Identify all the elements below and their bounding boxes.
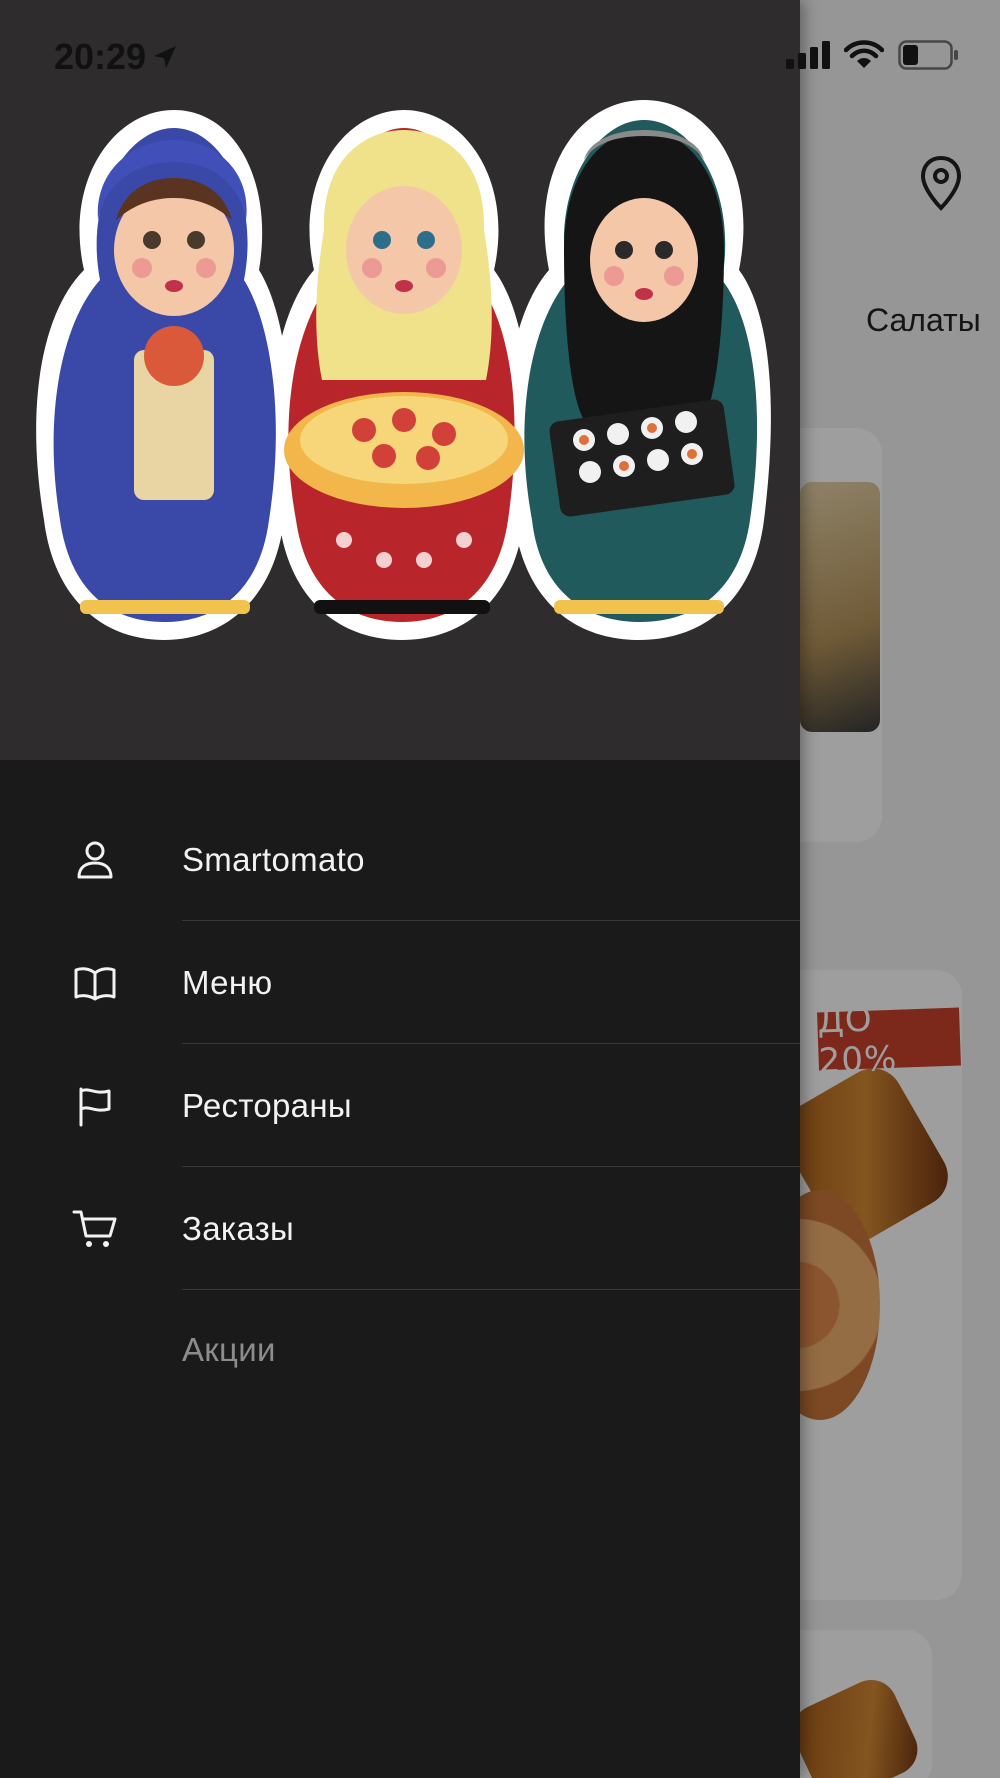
- drawer-menu: Smartomato Меню Рестораны Заказы Акции: [0, 798, 800, 1410]
- flag-icon: [70, 1081, 120, 1131]
- cart-icon: [70, 1204, 120, 1254]
- menu-item-menu[interactable]: Меню: [0, 921, 800, 1044]
- drawer-header: [0, 0, 800, 760]
- navigation-drawer: Smartomato Меню Рестораны Заказы Акции: [0, 0, 800, 1778]
- menu-item-label: Заказы: [182, 1209, 295, 1247]
- menu-item-promotions[interactable]: Акции: [0, 1290, 800, 1410]
- battery-icon: [898, 40, 958, 70]
- location-arrow-icon: [154, 46, 177, 68]
- book-icon: [70, 958, 120, 1008]
- menu-item-label: Меню: [182, 963, 273, 1001]
- menu-item-label: Рестораны: [182, 1086, 352, 1124]
- menu-item-orders[interactable]: Заказы: [0, 1167, 800, 1290]
- menu-item-label: Smartomato: [182, 840, 365, 878]
- menu-item-restaurants[interactable]: Рестораны: [0, 1044, 800, 1167]
- menu-item-profile[interactable]: Smartomato: [0, 798, 800, 921]
- matryoshka-logo: [36, 100, 771, 640]
- user-icon: [70, 835, 120, 885]
- status-time-text: 20:29: [54, 36, 147, 77]
- cellular-signal-icon: [786, 41, 830, 69]
- status-indicators: [786, 40, 960, 70]
- status-time: 20:29: [54, 36, 178, 78]
- menu-item-label: Акции: [182, 1331, 276, 1368]
- wifi-icon: [844, 40, 884, 68]
